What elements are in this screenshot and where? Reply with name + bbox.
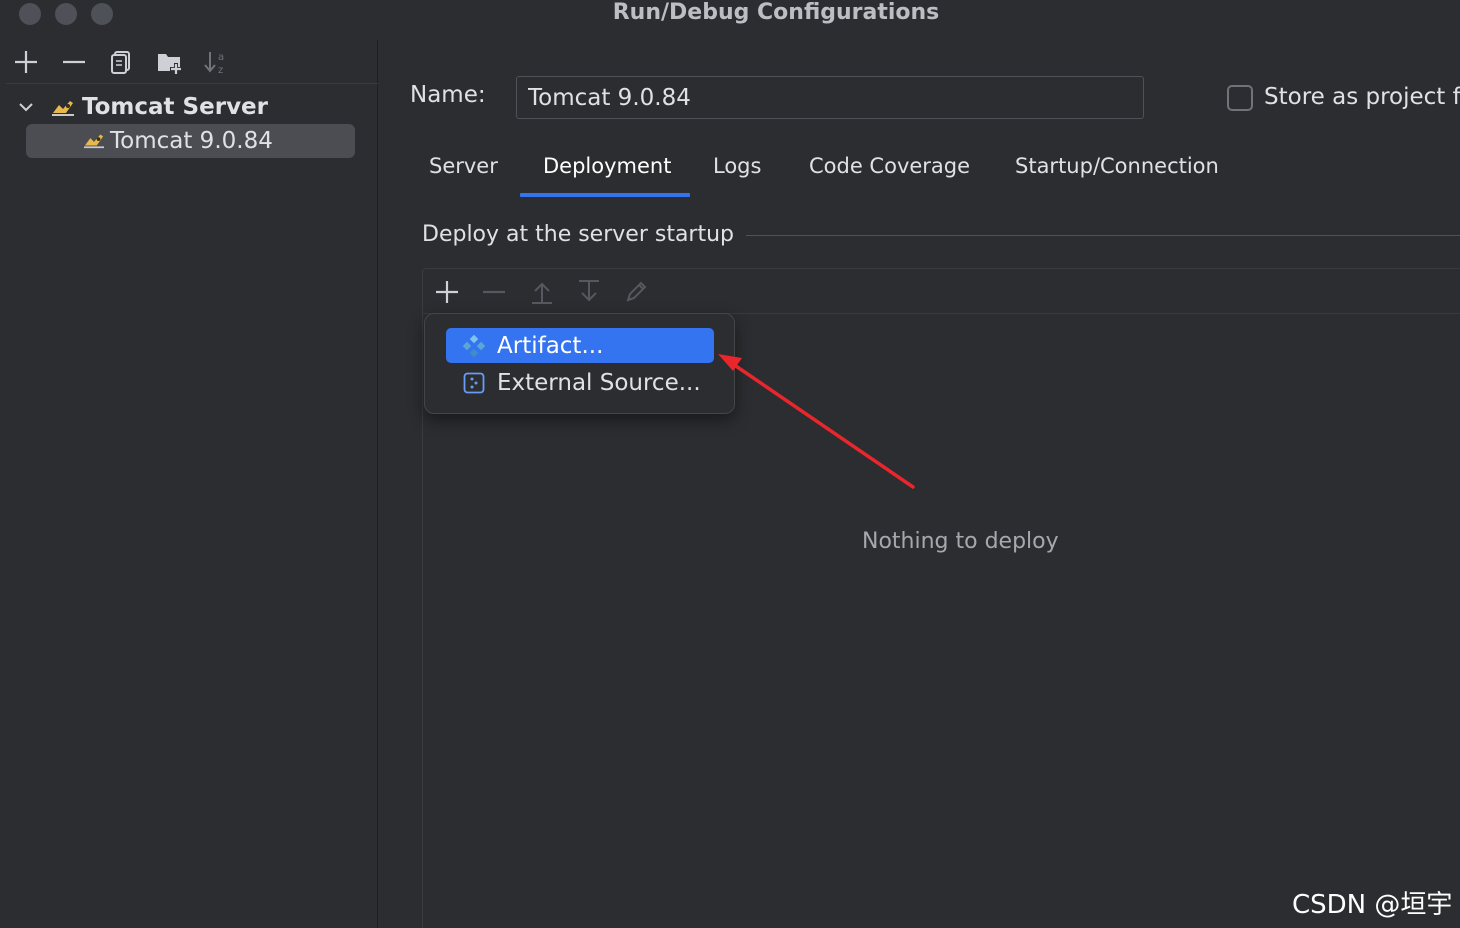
remove-icon[interactable] bbox=[479, 277, 509, 307]
svg-text:a: a bbox=[218, 52, 224, 63]
tab-logs[interactable]: Logs bbox=[713, 146, 761, 198]
tomcat-icon bbox=[50, 96, 76, 118]
section-divider bbox=[746, 235, 1460, 236]
move-down-icon[interactable] bbox=[574, 277, 604, 307]
tree-item-label: Tomcat 9.0.84 bbox=[110, 128, 273, 154]
artifact-icon bbox=[462, 334, 486, 358]
tab-code-coverage[interactable]: Code Coverage bbox=[809, 146, 970, 198]
configurations-tree-pane: az Tomcat Server Tomcat 9.0.84 bbox=[6, 40, 378, 928]
deploy-section-title: Deploy at the server startup bbox=[422, 222, 735, 247]
external-source-icon bbox=[462, 371, 486, 395]
watermark-text: CSDN @垣宇 bbox=[1292, 890, 1453, 920]
add-deployment-popup-menu: Artifact... External Source... bbox=[424, 313, 735, 414]
copy-icon[interactable] bbox=[107, 48, 135, 76]
tab-server[interactable]: Server bbox=[429, 146, 498, 198]
active-tab-indicator bbox=[520, 193, 690, 197]
store-as-project-file-label[interactable]: Store as project fi bbox=[1264, 84, 1460, 110]
remove-icon[interactable] bbox=[60, 48, 88, 76]
store-as-project-file-checkbox[interactable] bbox=[1227, 85, 1253, 111]
title-bar: Run/Debug Configurations bbox=[0, 0, 1460, 30]
name-field[interactable] bbox=[516, 76, 1144, 119]
menu-item-artifact[interactable]: Artifact... bbox=[446, 328, 714, 363]
move-up-icon[interactable] bbox=[527, 277, 557, 307]
tree-group-label: Tomcat Server bbox=[82, 94, 268, 120]
svg-text:z: z bbox=[218, 65, 223, 76]
tree-group-tomcat-server[interactable]: Tomcat Server bbox=[16, 92, 268, 122]
empty-state-text: Nothing to deploy bbox=[862, 529, 1059, 554]
menu-item-external-source[interactable]: External Source... bbox=[446, 365, 714, 400]
chevron-down-icon[interactable] bbox=[16, 97, 36, 117]
window-title: Run/Debug Configurations bbox=[612, 0, 940, 25]
tab-deployment[interactable]: Deployment bbox=[543, 146, 671, 198]
edit-icon[interactable] bbox=[621, 277, 651, 307]
new-folder-icon[interactable] bbox=[156, 48, 184, 76]
name-label: Name: bbox=[410, 82, 486, 108]
menu-item-label: Artifact... bbox=[497, 332, 604, 359]
tree-toolbar: az bbox=[6, 40, 378, 84]
deployment-toolbar bbox=[423, 269, 1460, 314]
tomcat-icon bbox=[82, 130, 106, 152]
add-icon[interactable] bbox=[432, 277, 462, 307]
tree-item-tomcat-configuration[interactable]: Tomcat 9.0.84 bbox=[26, 124, 355, 158]
menu-item-label: External Source... bbox=[497, 369, 701, 396]
sort-icon[interactable]: az bbox=[202, 48, 230, 76]
add-icon[interactable] bbox=[12, 48, 40, 76]
tab-startup-connection[interactable]: Startup/Connection bbox=[1015, 146, 1219, 198]
run-debug-configurations-window: Run/Debug Configurations az Tomcat Serve… bbox=[0, 0, 1460, 928]
